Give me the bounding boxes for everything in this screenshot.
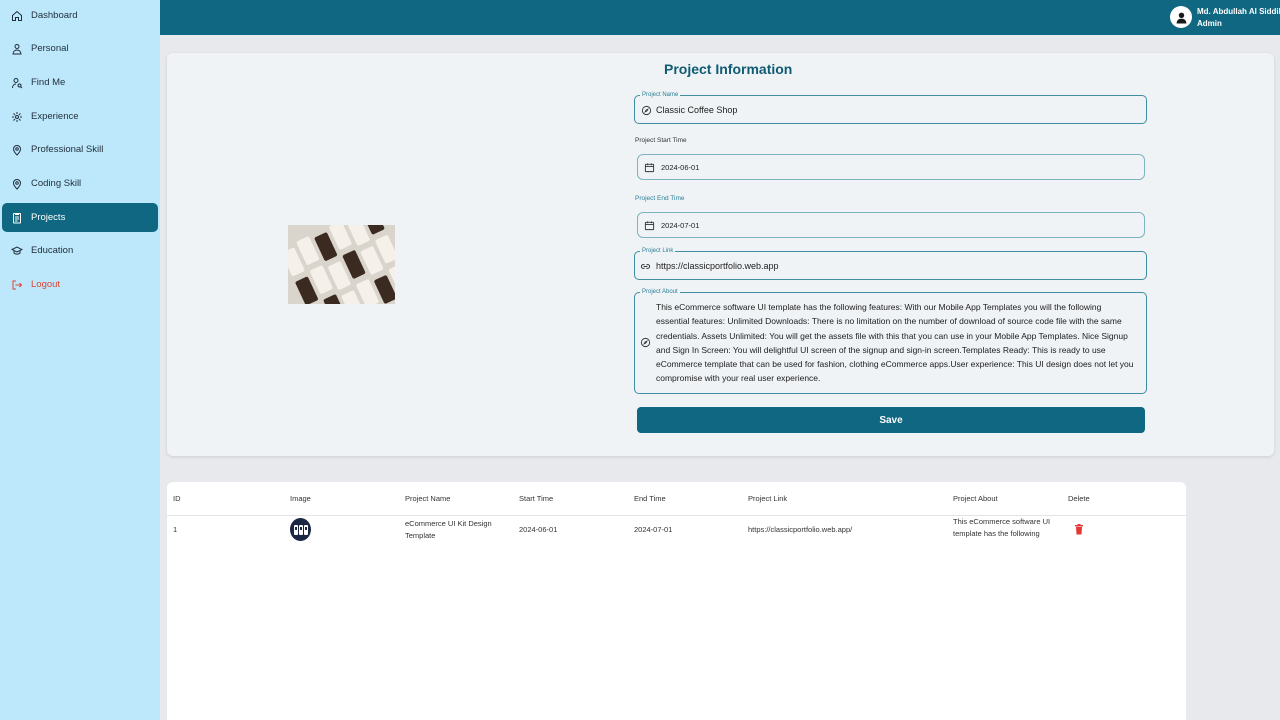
sidebar-item-education[interactable]: Education [2,236,158,265]
location-pin-icon [12,178,22,190]
project-name-field[interactable]: Project Name Classic Coffee Shop [634,91,1147,124]
user-role: Admin [1197,19,1222,28]
project-link-field[interactable]: Project Link https://classicportfolio.we… [634,247,1147,280]
graduation-cap-icon [11,245,23,255]
row-image-thumbnail [293,524,308,535]
link-icon [640,264,651,269]
sidebar-item-coding-skill[interactable]: Coding Skill [2,169,158,198]
clipboard-icon [13,212,21,223]
row-image [290,518,311,541]
column-header-project-about[interactable]: Project About [953,494,998,503]
delete-icon[interactable] [1073,523,1085,536]
project-end-label: Project End Time [635,195,685,202]
sidebar-item-professional-skill[interactable]: Professional Skill [2,135,158,164]
sidebar-item-projects[interactable]: Projects [2,203,158,232]
sidebar-item-label: Coding Skill [31,178,82,189]
projects-table: ID Image Project Name Start Time End Tim… [167,482,1186,720]
column-header-image[interactable]: Image [290,494,311,503]
project-about-label: Project About [640,288,680,296]
user-name: Md. Abdullah Al Siddik [1197,7,1280,16]
home-icon [12,10,22,21]
column-header-end-time[interactable]: End Time [634,494,666,503]
sidebar-item-label: Dashboard [31,10,78,21]
calendar-icon [644,163,655,173]
column-header-project-name[interactable]: Project Name [405,494,450,503]
project-end-input[interactable]: 2024-07-01 [661,221,699,230]
location-pin-icon [12,144,22,156]
project-form-card: Project Information Project Name Classic… [167,53,1274,456]
sidebar-item-experience[interactable]: Experience [2,102,158,131]
user-icon [1176,12,1186,23]
find-me-icon [12,77,23,88]
compass-icon [641,105,652,116]
sidebar-item-personal[interactable]: Personal [2,34,158,63]
logout-icon [12,280,23,289]
sidebar-item-label: Experience [31,111,79,122]
project-start-label: Project Start Time [635,137,687,144]
project-link-label: Project Link [640,247,676,255]
project-end-field[interactable]: 2024-07-01 [637,212,1145,238]
project-start-field[interactable]: 2024-06-01 [637,154,1145,180]
sidebar-item-label: Logout [31,279,61,290]
row-id: 1 [173,525,178,534]
column-header-project-link[interactable]: Project Link [748,494,787,503]
project-name-input[interactable]: Classic Coffee Shop [656,105,737,115]
person-icon [12,43,22,54]
top-bar: Md. Abdullah Al Siddik Admin [160,0,1280,35]
experience-icon [12,111,22,122]
sidebar-item-dashboard[interactable]: Dashboard [2,1,158,30]
avatar[interactable] [1170,6,1192,28]
project-name-label: Project Name [640,91,681,99]
sidebar-item-label: Find Me [31,77,66,88]
row-start-time: 2024-06-01 [519,525,558,534]
sidebar: Dashboard Personal Find Me Experience Pr… [0,0,160,720]
row-project-link: https://classicportfolio.web.app/ [748,525,853,534]
project-start-input[interactable]: 2024-06-01 [661,163,699,172]
column-header-id[interactable]: ID [173,494,181,503]
sidebar-item-label: Education [31,245,74,256]
save-button[interactable]: Save [637,407,1145,433]
sidebar-item-label: Personal [31,43,69,54]
row-end-time: 2024-07-01 [634,525,673,534]
sidebar-item-find-me[interactable]: Find Me [2,68,158,97]
page-title: Project Information [664,61,793,77]
row-project-about: This eCommerce software UI template has … [953,517,1051,538]
project-link-input[interactable]: https://classicportfolio.web.app [656,261,779,271]
project-image-preview[interactable] [288,225,395,304]
row-project-name: eCommerce UI Kit Design Template [405,519,492,540]
sidebar-item-label: Professional Skill [31,144,104,155]
sidebar-item-logout[interactable]: Logout [2,270,158,299]
project-image [288,225,395,304]
project-about-input[interactable]: This eCommerce software UI template has … [656,300,1136,386]
compass-icon [640,337,651,348]
calendar-icon [644,221,655,231]
column-header-start-time[interactable]: Start Time [519,494,553,503]
column-header-delete[interactable]: Delete [1068,494,1090,503]
project-about-field[interactable]: Project About This eCommerce software UI… [634,288,1147,394]
sidebar-item-label: Projects [31,212,66,223]
